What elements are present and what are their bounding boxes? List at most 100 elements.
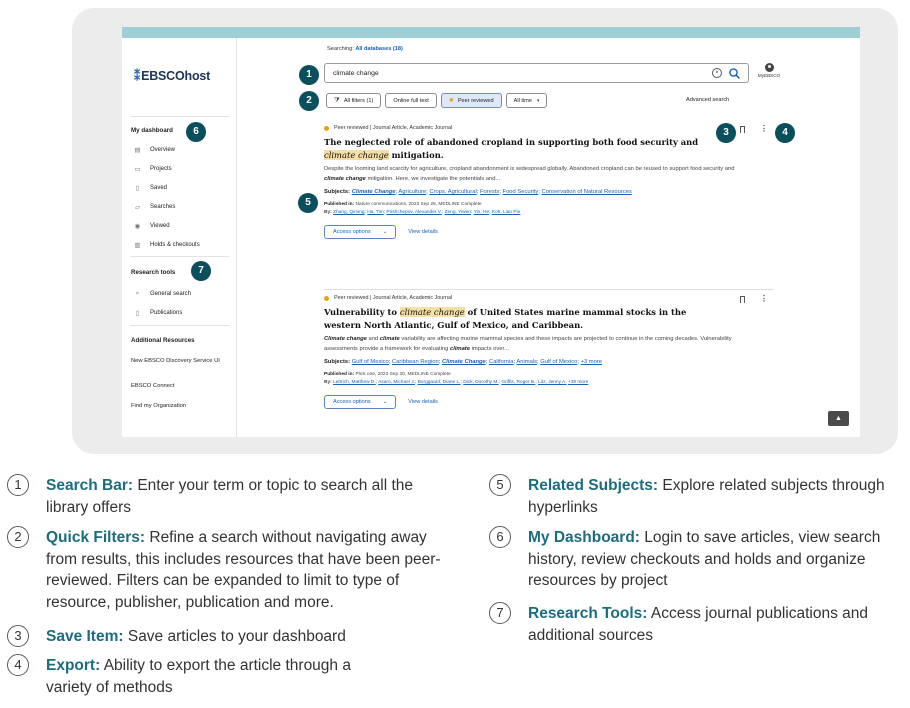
- legend-number: 7: [489, 602, 511, 624]
- subject-link[interactable]: Agriculture: [398, 189, 426, 195]
- sidebar-link-ebsco-connect[interactable]: EBSCO Connect: [131, 383, 231, 390]
- search-icon[interactable]: [728, 67, 741, 80]
- result-tools: ⋮: [740, 294, 770, 304]
- more-authors-link[interactable]: +39 more: [568, 380, 588, 385]
- legend-title: My Dashboard:: [528, 529, 640, 546]
- callout-marker-7: 7: [191, 261, 211, 281]
- sidebar-item-saved[interactable]: ▯ Saved: [133, 184, 167, 192]
- subject-link[interactable]: Animals: [516, 359, 537, 365]
- legend-number: 3: [7, 625, 29, 647]
- main-content: Searching: All databases (18) × MyEBSCO …: [238, 38, 860, 437]
- search-input[interactable]: [333, 68, 693, 79]
- subject-link[interactable]: Food Security: [503, 189, 539, 195]
- author-link[interactable]: Ha, Tim: [367, 210, 384, 215]
- subject-link[interactable]: Climate Change: [442, 359, 486, 365]
- author-link[interactable]: Griffis, Roger B.: [501, 380, 535, 385]
- callout-marker-3: 3: [716, 123, 736, 143]
- result-title[interactable]: The neglected role of abandoned cropland…: [324, 136, 724, 162]
- peer-reviewed-chip[interactable]: ✸ Peer reviewed: [440, 93, 502, 108]
- sidebar-item-holds[interactable]: ▥ Holds & checkouts: [133, 241, 200, 249]
- chip-label: Peer reviewed: [457, 97, 494, 104]
- chip-label: Online full text: [393, 97, 429, 104]
- sidebar-item-label: Holds & checkouts: [150, 242, 200, 248]
- sidebar-item-projects[interactable]: ▭ Projects: [133, 165, 171, 173]
- chevron-down-icon: ⌄: [382, 228, 388, 235]
- subject-link[interactable]: Gulf of Mexico: [540, 359, 577, 365]
- author-link[interactable]: Asaro, Michael J.: [378, 380, 415, 385]
- search-icon: ⌕: [135, 290, 140, 297]
- more-options-icon[interactable]: ⋮: [760, 294, 768, 304]
- sidebar-item-label: General search: [150, 291, 192, 297]
- more-options-icon[interactable]: ⋮: [760, 124, 768, 134]
- author-link[interactable]: Yin, He: [474, 210, 490, 215]
- sidebar-item-overview[interactable]: ▤ Overview: [133, 146, 175, 154]
- subjects-label: Subjects:: [324, 359, 352, 366]
- title-text: The neglected role of abandoned cropland…: [324, 137, 699, 147]
- databases-link[interactable]: All databases (18): [355, 46, 403, 52]
- author-link[interactable]: Litz, Jenny A.: [538, 380, 567, 385]
- subject-link[interactable]: California: [489, 359, 514, 365]
- abstract-highlight: climate change: [324, 175, 366, 182]
- peer-reviewed-icon: [324, 295, 329, 301]
- result-meta: Peer reviewed | Journal Article, Academi…: [324, 294, 779, 302]
- legend-title: Research Tools:: [528, 605, 648, 622]
- access-label: Access options: [333, 228, 371, 235]
- advanced-search-link[interactable]: Advanced search: [686, 97, 729, 103]
- result-type: Peer reviewed | Journal Article, Academi…: [334, 295, 453, 301]
- legend-number: 6: [489, 526, 511, 548]
- author-link[interactable]: Borggaard, Diane L.: [418, 380, 461, 385]
- author-link[interactable]: Koh, Lian Pin: [492, 210, 521, 215]
- myebsco-account[interactable]: MyEBSCO: [752, 63, 786, 78]
- sidebar-link-new-eds[interactable]: New EBSCO Discovery Service UI: [131, 358, 231, 365]
- sidebar-item-general-search[interactable]: ⌕ General search: [133, 290, 191, 298]
- star-icon: ✸: [448, 98, 454, 104]
- result-type: Peer reviewed | Journal Article, Academi…: [334, 125, 453, 131]
- legend-title: Quick Filters:: [46, 529, 146, 546]
- back-to-top-button[interactable]: ▲: [828, 411, 849, 426]
- subject-link[interactable]: Conservation of Natural Resources: [542, 189, 632, 195]
- sidebar-item-publications[interactable]: ▯ Publications: [133, 309, 183, 317]
- sidebar-item-viewed[interactable]: ◉ Viewed: [133, 222, 170, 230]
- bookmark-icon: ▯: [135, 185, 140, 192]
- published-value: Nature communications, 2023 Sep 28, MEDL…: [354, 201, 482, 207]
- legend-text: Export: Ability to export the article th…: [46, 655, 391, 698]
- sidebar-item-label: Overview: [150, 147, 176, 153]
- legend-number: 5: [489, 474, 511, 496]
- online-full-text-chip[interactable]: Online full text: [385, 93, 437, 108]
- legend-title: Related Subjects:: [528, 477, 659, 494]
- bookmark-icon[interactable]: [740, 296, 745, 303]
- author-link[interactable]: Prishchepov, Alexander V.: [386, 210, 441, 215]
- access-options-button[interactable]: Access options ⌄: [324, 394, 397, 409]
- result-meta: Peer reviewed | Journal Article, Academi…: [324, 124, 779, 132]
- access-options-button[interactable]: Access options ⌄: [324, 224, 397, 239]
- view-details-link[interactable]: View details: [408, 399, 438, 405]
- subject-link[interactable]: Caribbean Region: [392, 359, 439, 365]
- eye-icon: ◉: [134, 223, 141, 230]
- author-link[interactable]: Zhang, Qiming: [333, 210, 364, 215]
- clear-icon[interactable]: ×: [712, 68, 722, 78]
- result-title[interactable]: Vulnerability to climate change of Unite…: [324, 306, 724, 332]
- subject-link[interactable]: Forests: [480, 189, 499, 195]
- bookmark-icon[interactable]: [740, 126, 745, 133]
- subject-link[interactable]: Crops, Agricultural: [429, 189, 476, 195]
- quick-filters: ⧩ All filters (1) Online full text ✸ Peer …: [326, 93, 548, 108]
- search-bar: ×: [324, 63, 749, 83]
- all-filters-button[interactable]: ⧩ All filters (1): [326, 93, 382, 108]
- author-link[interactable]: Dick, Dorothy M.: [463, 380, 498, 385]
- abstract-highlight: Climate change: [324, 336, 367, 342]
- filter-icon: ⧩: [334, 96, 340, 104]
- abstract-text: Despite the looming land scarcity for ag…: [324, 166, 735, 172]
- legend-title: Export:: [46, 657, 101, 674]
- chip-label: All filters (1): [343, 97, 374, 104]
- ebscohost-logo[interactable]: ⁑EBSCOhost: [134, 68, 210, 83]
- author-link[interactable]: Lettrich, Matthew D.: [333, 380, 376, 385]
- subject-link[interactable]: Climate Change: [352, 189, 396, 195]
- sidebar-item-searches[interactable]: ▱ Searches: [133, 203, 175, 211]
- view-details-link[interactable]: View details: [408, 229, 438, 235]
- more-subjects-link[interactable]: +3 more: [581, 359, 602, 365]
- subject-link[interactable]: Gulf of Mexico: [352, 359, 389, 365]
- author-link[interactable]: Zeng, Yiwen: [445, 210, 471, 215]
- all-time-dropdown[interactable]: All time ▾: [505, 93, 548, 108]
- sidebar-link-find-organization[interactable]: Find my Organization: [131, 403, 231, 410]
- result-actions: Access options ⌄ View details: [324, 394, 779, 409]
